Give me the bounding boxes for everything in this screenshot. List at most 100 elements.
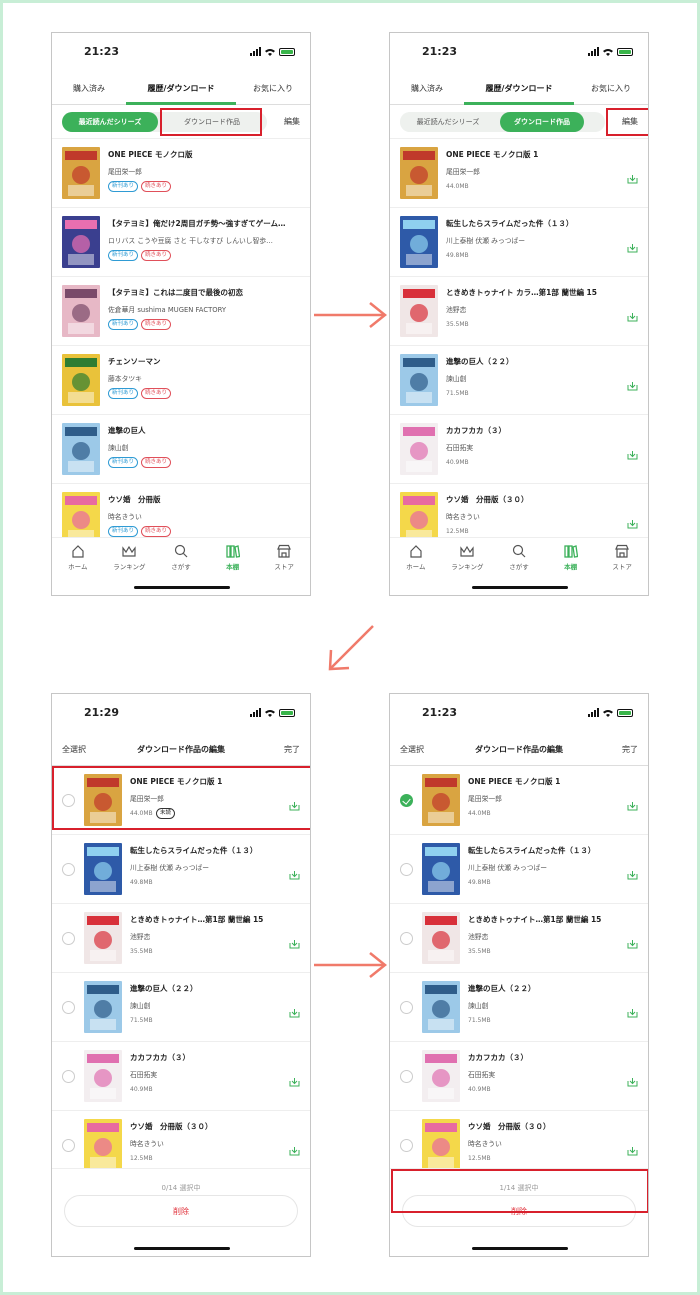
downloaded-icon — [289, 1072, 300, 1087]
status-tags: 新刊あり 続きあり — [108, 319, 172, 330]
tab-history-download[interactable]: 履歴/ダウンロード — [464, 73, 574, 104]
home-icon — [410, 545, 422, 558]
book-cover — [62, 285, 100, 337]
book-title: カカフカカ（３） — [446, 426, 506, 435]
shelf-icon — [225, 545, 240, 558]
filter-recent-series[interactable]: 最近読んだシリーズ — [62, 112, 158, 132]
downloaded-icon — [627, 307, 638, 322]
book-title: 転生したらスライムだった件（１３） — [468, 846, 596, 855]
download-list: ONE PIECE モノクロ版 1 尾田栄一郎 44.0MB 転生したらスライムだった… — [390, 139, 648, 553]
battery-icon — [617, 708, 633, 717]
list-item[interactable]: チェンソーマン 藤本タツキ 新刊あり 続きあり — [52, 346, 310, 415]
file-size: 12.5MB — [446, 528, 469, 535]
signal-icon — [250, 708, 261, 717]
book-author: 川上泰樹 伏瀬 みっつばー — [468, 864, 548, 872]
book-title: 進撃の巨人（２２） — [468, 984, 536, 993]
list-item[interactable]: ONE PIECE モノクロ版 尾田栄一郎 新刊あり 続きあり — [52, 139, 310, 208]
list-item[interactable]: 【タテヨミ】俺だけ2周目ガチ勢〜強すぎてゲーム… ロリバス こうや豆腐 さと 干し… — [52, 208, 310, 277]
book-author: 佐倉華月 sushima MUGEN FACTORY — [108, 306, 227, 314]
book-cover — [84, 912, 122, 964]
book-author: 尾田栄一郎 — [130, 795, 164, 803]
edit-button[interactable]: 編集 — [284, 112, 300, 132]
select-checkbox[interactable] — [400, 863, 413, 876]
list-item[interactable]: ときめきトゥナイト カラ…第1部 蘭世編 15 池野恋 35.5MB — [390, 277, 648, 346]
select-checkbox[interactable] — [400, 794, 413, 807]
nav-label: さがす — [171, 563, 191, 571]
tab-favorites[interactable]: お気に入り — [574, 73, 648, 104]
list-item[interactable]: 転生したらスライムだった件（１３） 川上泰樹 伏瀬 みっつばー 49.8MB — [390, 208, 648, 277]
done-button[interactable]: 完了 — [284, 734, 300, 766]
book-author: 諫山創 — [446, 375, 467, 383]
nav-store[interactable]: ストア — [258, 538, 310, 595]
status-tags: 新刊あり 続きあり — [108, 181, 172, 192]
downloaded-icon — [627, 934, 638, 949]
select-checkbox[interactable] — [400, 1001, 413, 1014]
downloaded-icon — [627, 445, 638, 460]
book-title: ときめきトゥナイト…第1部 蘭世編 15 — [468, 915, 602, 924]
status-time: 21:23 — [422, 45, 458, 58]
list-item[interactable]: ONE PIECE モノクロ版 1 尾田栄一郎 44.0MB — [390, 139, 648, 208]
list-item[interactable]: 進撃の巨人（２２） 諫山創 71.5MB — [52, 973, 310, 1042]
list-item[interactable]: 進撃の巨人（２２） 諫山創 71.5MB — [390, 973, 648, 1042]
select-checkbox[interactable] — [62, 932, 75, 945]
select-checkbox[interactable] — [400, 1070, 413, 1083]
edit-list: ONE PIECE モノクロ版 1 尾田栄一郎 44.0MB 転生したらスライムだった… — [390, 766, 648, 1180]
delete-button[interactable]: 削除 — [402, 1195, 636, 1227]
book-cover — [400, 354, 438, 406]
select-checkbox[interactable] — [62, 1001, 75, 1014]
new-volume-badge: 新刊あり — [108, 526, 139, 537]
list-item[interactable]: 進撃の巨人 諫山創 新刊あり 続きあり — [52, 415, 310, 484]
unread-badge: 未読 — [156, 808, 176, 819]
book-cover — [422, 774, 460, 826]
filter-downloaded[interactable]: ダウンロード作品 — [162, 112, 262, 132]
delete-button[interactable]: 削除 — [64, 1195, 298, 1227]
tab-purchased[interactable]: 購入済み — [390, 73, 464, 104]
list-item[interactable]: カカフカカ（３） 石田拓実 40.9MB — [52, 1042, 310, 1111]
book-author: 川上泰樹 伏瀬 みっつばー — [446, 237, 526, 245]
nav-store[interactable]: ストア — [596, 538, 648, 595]
downloaded-icon — [627, 865, 638, 880]
nav-label: 本棚 — [226, 563, 240, 571]
select-checkbox[interactable] — [62, 1070, 75, 1083]
nav-home[interactable]: ホーム — [52, 538, 104, 595]
filter-recent-series[interactable]: 最近読んだシリーズ — [400, 112, 496, 132]
list-item[interactable]: ONE PIECE モノクロ版 1 尾田栄一郎 44.0MB 未読 — [52, 766, 310, 835]
book-author: 諫山創 — [108, 444, 129, 452]
list-item[interactable]: 【タテヨミ】これは二度目で最後の初恋 佐倉華月 sushima MUGEN FAC… — [52, 277, 310, 346]
list-item[interactable]: ときめきトゥナイト…第1部 蘭世編 15 池野恋 35.5MB — [52, 904, 310, 973]
book-title: ウソ婚 分冊版（３０） — [130, 1122, 213, 1131]
list-item[interactable]: ONE PIECE モノクロ版 1 尾田栄一郎 44.0MB — [390, 766, 648, 835]
list-item[interactable]: 転生したらスライムだった件（１３） 川上泰樹 伏瀬 みっつばー 49.8MB — [52, 835, 310, 904]
book-cover — [422, 912, 460, 964]
list-item[interactable]: カカフカカ（３） 石田拓実 40.9MB — [390, 415, 648, 484]
select-checkbox[interactable] — [400, 932, 413, 945]
select-checkbox[interactable] — [62, 1139, 75, 1152]
tab-purchased[interactable]: 購入済み — [52, 73, 126, 104]
edit-button[interactable]: 編集 — [622, 112, 638, 132]
book-title: 進撃の巨人 — [108, 426, 146, 435]
continued-badge: 続きあり — [141, 181, 172, 192]
new-volume-badge: 新刊あり — [108, 319, 139, 330]
done-button[interactable]: 完了 — [622, 734, 638, 766]
tab-favorites[interactable]: お気に入り — [236, 73, 310, 104]
nav-label: ホーム — [406, 563, 426, 571]
list-item[interactable]: ときめきトゥナイト…第1部 蘭世編 15 池野恋 35.5MB — [390, 904, 648, 973]
file-size: 44.0MB — [468, 810, 491, 817]
select-checkbox[interactable] — [62, 794, 75, 807]
filter-downloaded[interactable]: ダウンロード作品 — [500, 112, 584, 132]
tab-history-download[interactable]: 履歴/ダウンロード — [126, 73, 236, 104]
downloaded-icon — [627, 1072, 638, 1087]
book-title: カカフカカ（３） — [130, 1053, 190, 1062]
book-author: ロリバス こうや豆腐 さと 干しなすび しんいし智歩… — [108, 237, 273, 245]
book-cover — [422, 981, 460, 1033]
list-item[interactable]: カカフカカ（３） 石田拓実 40.9MB — [390, 1042, 648, 1111]
downloaded-icon — [627, 1003, 638, 1018]
new-volume-badge: 新刊あり — [108, 181, 139, 192]
list-item[interactable]: 進撃の巨人（２２） 諫山創 71.5MB — [390, 346, 648, 415]
select-checkbox[interactable] — [400, 1139, 413, 1152]
select-checkbox[interactable] — [62, 863, 75, 876]
list-item[interactable]: 転生したらスライムだった件（１３） 川上泰樹 伏瀬 みっつばー 49.8MB — [390, 835, 648, 904]
book-author: 池野恋 — [468, 933, 489, 941]
book-cover — [84, 981, 122, 1033]
nav-home[interactable]: ホーム — [390, 538, 442, 595]
